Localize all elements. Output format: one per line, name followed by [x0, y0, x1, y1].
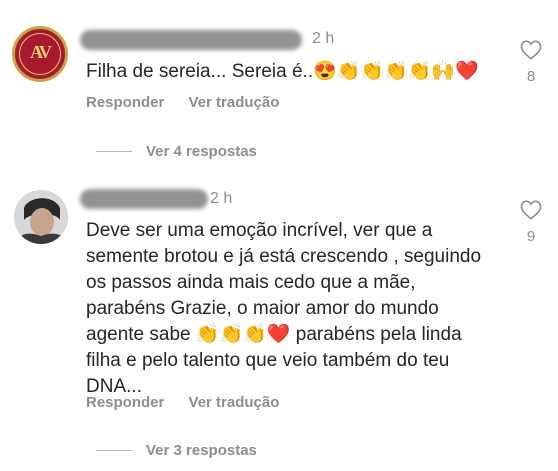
comment-text: Filha de sereia... Sereia é..😍👏👏👏👏🙌❤️	[86, 61, 479, 82]
username-redacted[interactable]	[80, 30, 302, 50]
username-redacted[interactable]	[80, 189, 208, 209]
translate-button[interactable]: Ver tradução	[189, 394, 280, 411]
avatar-monogram: AV	[30, 42, 52, 62]
comment-actions: Responder Ver tradução	[86, 94, 299, 111]
avatar-photo	[14, 190, 68, 244]
replies-divider	[96, 151, 132, 152]
view-replies-label: Ver 3 respostas	[146, 442, 257, 459]
translate-button[interactable]: Ver tradução	[189, 94, 280, 111]
reply-button[interactable]: Responder	[86, 394, 164, 411]
comment-time: 2 h	[312, 30, 335, 47]
heart-outline-icon[interactable]	[520, 200, 542, 220]
like-count: 8	[526, 68, 536, 85]
avatar[interactable]: AV	[12, 26, 68, 82]
comment-time: 2 h	[210, 190, 233, 207]
view-replies-button[interactable]: Ver 4 respostas	[96, 143, 257, 160]
reply-button[interactable]: Responder	[86, 94, 164, 111]
heart-outline-icon[interactable]	[520, 40, 542, 60]
view-replies-label: Ver 4 respostas	[146, 143, 257, 160]
comment-actions: Responder Ver tradução	[86, 394, 299, 411]
comment-1: AV 2 h Filha de sereia... Sereia é..😍👏👏👏…	[0, 0, 558, 170]
like-count: 9	[526, 228, 536, 245]
replies-divider	[96, 450, 132, 451]
comment-text: Deve ser uma emoção incrível, ver que a …	[86, 220, 482, 397]
avatar[interactable]	[14, 190, 68, 244]
view-replies-button[interactable]: Ver 3 respostas	[96, 442, 257, 459]
